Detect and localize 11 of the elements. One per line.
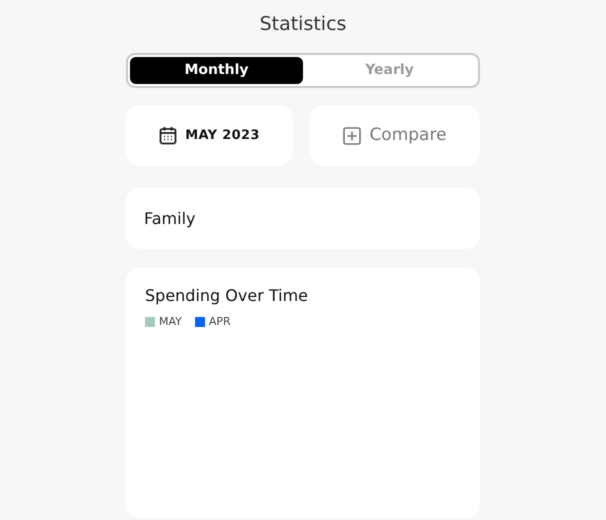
compare-button[interactable]: Compare xyxy=(310,105,480,166)
group-name: Family xyxy=(144,208,196,230)
calendar-icon xyxy=(159,126,178,145)
period-tab[interactable]: Monthly xyxy=(130,57,303,84)
chart-title: Spending Over Time xyxy=(145,285,308,307)
page-title: Statistics xyxy=(260,12,346,36)
month-picker-button[interactable]: MAY 2023 xyxy=(126,105,293,166)
legend-label: APR xyxy=(208,314,231,330)
add-icon xyxy=(343,126,362,144)
legend-label: MAY xyxy=(159,314,182,330)
group-card[interactable]: Family xyxy=(126,188,480,249)
